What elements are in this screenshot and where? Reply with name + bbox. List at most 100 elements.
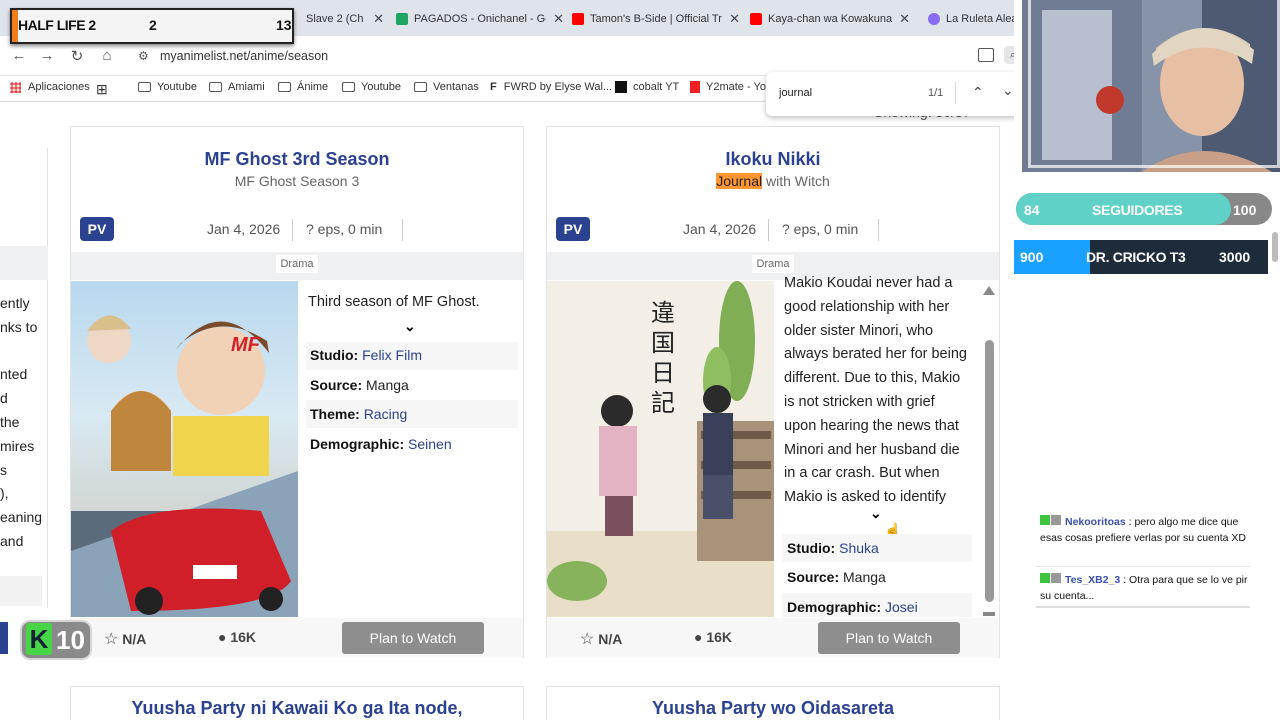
cover-art: MF bbox=[71, 315, 298, 617]
close-icon[interactable]: ✕ bbox=[373, 11, 384, 27]
synopsis-scroll[interactable]: Makio Koudai never had a good relationsh… bbox=[784, 272, 980, 512]
fwrd-icon: F bbox=[490, 81, 497, 93]
follower-label: SEGUIDORES bbox=[1092, 202, 1183, 218]
score[interactable]: ☆ N/A bbox=[104, 629, 146, 649]
bookmark-apps[interactable]: Aplicaciones bbox=[10, 81, 90, 93]
bookmark-cobalt[interactable]: cobalt YT bbox=[615, 81, 679, 93]
theme-link[interactable]: Racing bbox=[364, 406, 408, 422]
synopsis-line: good relationship with her bbox=[784, 298, 950, 315]
anime-title[interactable]: Ikoku Nikki bbox=[546, 149, 1000, 170]
address-bar[interactable]: myanimelist.net/anime/season bbox=[160, 49, 328, 63]
members: ● 16K bbox=[218, 629, 256, 645]
theme-label: Theme: bbox=[310, 406, 360, 422]
genre-tag[interactable]: Drama bbox=[276, 255, 318, 273]
bookmark-folder-youtube-2[interactable]: Youtube bbox=[342, 81, 401, 93]
studio-info: Studio: Shuka bbox=[787, 540, 879, 556]
text-line: eaning bbox=[0, 509, 43, 526]
partial-blue-button[interactable] bbox=[0, 622, 8, 654]
studio-link[interactable]: Felix Film bbox=[362, 347, 422, 363]
demographic-link[interactable]: Seinen bbox=[408, 436, 452, 452]
page-scrollbar[interactable] bbox=[1272, 232, 1278, 262]
meta-divider bbox=[292, 219, 293, 241]
text-line: the bbox=[0, 413, 20, 430]
meta-divider bbox=[878, 219, 879, 241]
plan-to-watch-button[interactable]: Plan to Watch bbox=[818, 622, 960, 654]
chat-separator: : bbox=[1123, 574, 1127, 586]
tab-slave[interactable]: Slave 2 (Ch ✕ bbox=[296, 6, 384, 32]
svg-text:MF: MF bbox=[231, 334, 261, 356]
forward-icon[interactable]: → bbox=[38, 47, 56, 64]
air-date: Jan 4, 2026 bbox=[207, 221, 281, 237]
bookmark-folder-amiami[interactable]: Amiami bbox=[209, 81, 265, 93]
user-icon: ● bbox=[694, 629, 703, 645]
tab-label: Kaya-chan wa Kowakunai ( bbox=[768, 13, 892, 25]
text-line: ), bbox=[0, 485, 9, 502]
apps-grid-icon bbox=[10, 81, 21, 93]
anime-cover[interactable]: MF bbox=[71, 281, 298, 617]
close-icon[interactable]: ✕ bbox=[729, 11, 740, 27]
demographic-label: Demographic: bbox=[310, 436, 405, 452]
expand-chevron-icon[interactable]: ⌄ bbox=[870, 505, 882, 522]
tab-pagados[interactable]: PAGADOS - Onichanel - Go ✕ bbox=[396, 6, 564, 32]
score[interactable]: ☆ N/A bbox=[580, 629, 622, 649]
install-icon[interactable] bbox=[978, 48, 994, 62]
bookmark-fwrd[interactable]: F FWRD by Elyse Wal... bbox=[490, 81, 612, 93]
tab-ruleta[interactable]: La Ruleta Aleatoria bbox=[928, 6, 1028, 32]
site-info-icon[interactable]: ⚙ bbox=[138, 49, 149, 63]
source-info: Source: Manga bbox=[787, 569, 886, 585]
chat-username[interactable]: Tes_XB2_3 bbox=[1065, 574, 1120, 586]
scroll-down-icon[interactable] bbox=[983, 612, 995, 616]
bookmark-folder-youtube[interactable]: Youtube bbox=[138, 81, 197, 93]
tab-kaya[interactable]: Kaya-chan wa Kowakunai ( ✕ bbox=[750, 6, 910, 32]
studio-link[interactable]: Shuka bbox=[839, 540, 879, 556]
chat-username[interactable]: Nekooritoas bbox=[1065, 516, 1126, 528]
tab-label: PAGADOS - Onichanel - Go bbox=[414, 13, 546, 25]
anime-cover[interactable]: 違 国 日 記 bbox=[547, 281, 774, 617]
bookmark-folder-ventanas[interactable]: Ventanas bbox=[414, 81, 479, 93]
theme-info: Theme: Racing bbox=[310, 406, 407, 422]
svg-text:国: 国 bbox=[651, 329, 675, 357]
bookmark-label: FWRD by Elyse Wal... bbox=[503, 81, 613, 93]
close-icon[interactable]: ✕ bbox=[899, 11, 910, 27]
studio-label: Studio: bbox=[787, 540, 836, 556]
expand-chevron-icon[interactable]: ⌄ bbox=[404, 318, 416, 335]
score-value: N/A bbox=[598, 631, 623, 647]
find-previous-icon[interactable]: ⌃ bbox=[972, 84, 984, 101]
bookmark-folder-anime[interactable]: Ánime bbox=[278, 81, 328, 93]
genre-tag[interactable]: Drama bbox=[752, 255, 794, 273]
bookmark-label: Aplicaciones bbox=[28, 81, 90, 93]
find-input[interactable]: journal bbox=[779, 87, 812, 99]
anime-title[interactable]: Yuusha Party ni Kawaii Ko ga Ita node, bbox=[70, 698, 524, 719]
bookmark-y2mate[interactable]: Y2mate - You bbox=[690, 81, 772, 93]
plan-to-watch-button[interactable]: Plan to Watch bbox=[342, 622, 484, 654]
demographic-info: Demographic: Josei bbox=[787, 599, 918, 615]
sub-label: DR. CRICKO T3 bbox=[1086, 249, 1186, 265]
sheets-icon bbox=[396, 13, 408, 25]
scroll-up-icon[interactable] bbox=[983, 286, 995, 295]
sub-goal: 3000 bbox=[1219, 249, 1251, 265]
webcam-frame bbox=[1028, 0, 1280, 168]
source-info: Source: Manga bbox=[310, 377, 409, 393]
back-icon[interactable]: ← bbox=[10, 47, 28, 64]
text-line: nks to bbox=[0, 318, 38, 335]
chat-divider bbox=[1036, 566, 1250, 567]
pv-button[interactable]: PV bbox=[556, 217, 590, 241]
reload-icon[interactable]: ↻ bbox=[68, 47, 86, 65]
folder-icon bbox=[138, 82, 151, 92]
bookmark-label: Youtube bbox=[157, 81, 197, 93]
find-next-icon[interactable]: ⌄ bbox=[1002, 82, 1014, 99]
home-icon[interactable]: ⌂ bbox=[98, 47, 116, 64]
source-label: Source: bbox=[310, 377, 363, 393]
scrollbar-thumb[interactable] bbox=[985, 340, 994, 602]
tab-tamon[interactable]: Tamon's B-Side | Official Tr ✕ bbox=[572, 6, 740, 32]
svg-text:記: 記 bbox=[651, 389, 675, 417]
find-highlight: Journal bbox=[716, 173, 763, 189]
anime-title[interactable]: MF Ghost 3rd Season bbox=[70, 149, 524, 170]
demographic-link[interactable]: Josei bbox=[885, 599, 918, 615]
follower-goal: 100 bbox=[1233, 202, 1257, 218]
anime-title[interactable]: Yuusha Party wo Oidasareta bbox=[546, 698, 1000, 719]
find-divider bbox=[955, 82, 956, 104]
grid-icon[interactable]: ⊞ bbox=[96, 81, 108, 98]
pv-button[interactable]: PV bbox=[80, 217, 114, 241]
close-icon[interactable]: ✕ bbox=[553, 11, 564, 27]
